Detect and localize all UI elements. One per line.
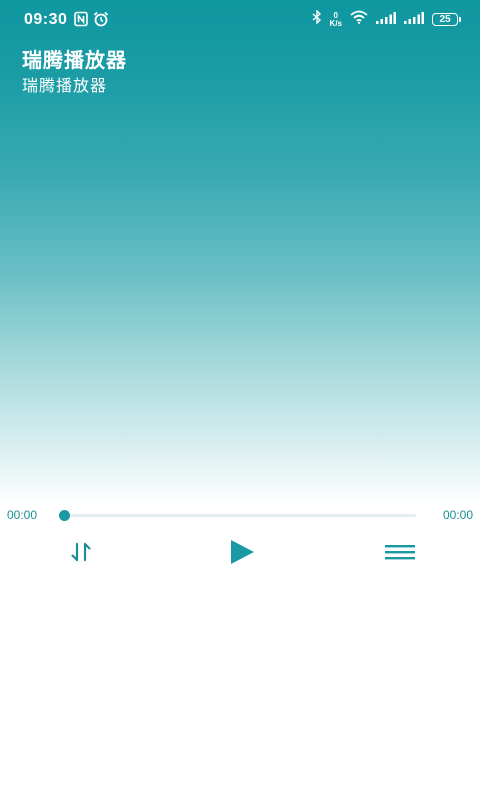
playlist-icon <box>384 542 416 566</box>
play-icon <box>229 539 255 569</box>
progress-slider[interactable] <box>59 510 416 521</box>
net-speed-unit: K/s <box>329 18 342 28</box>
current-time: 00:00 <box>7 508 38 522</box>
battery-icon: 25 <box>432 13 461 26</box>
total-time: 00:00 <box>442 508 473 522</box>
play-mode-button[interactable] <box>64 538 98 570</box>
page-title: 瑞腾播放器 <box>22 48 127 72</box>
playlist-button[interactable] <box>380 538 420 570</box>
progress-thumb[interactable] <box>59 510 70 521</box>
signal-icon-1 <box>376 11 396 29</box>
repeat-order-icon <box>69 542 93 566</box>
play-button[interactable] <box>222 536 262 572</box>
page-subtitle: 瑞腾播放器 <box>22 76 108 95</box>
alarm-icon <box>93 11 109 32</box>
wifi-icon <box>350 10 368 29</box>
nfc-icon <box>74 11 88 32</box>
bluetooth-icon <box>312 9 322 29</box>
status-left-icons <box>74 11 109 32</box>
battery-level: 25 <box>439 14 451 25</box>
net-speed: 0 K/s <box>329 11 342 28</box>
signal-icon-2 <box>404 11 424 29</box>
status-right-icons: 0 K/s 25 <box>312 9 461 29</box>
status-bar: 09:30 0 K/s 25 <box>0 0 480 40</box>
status-time: 09:30 <box>24 11 68 28</box>
